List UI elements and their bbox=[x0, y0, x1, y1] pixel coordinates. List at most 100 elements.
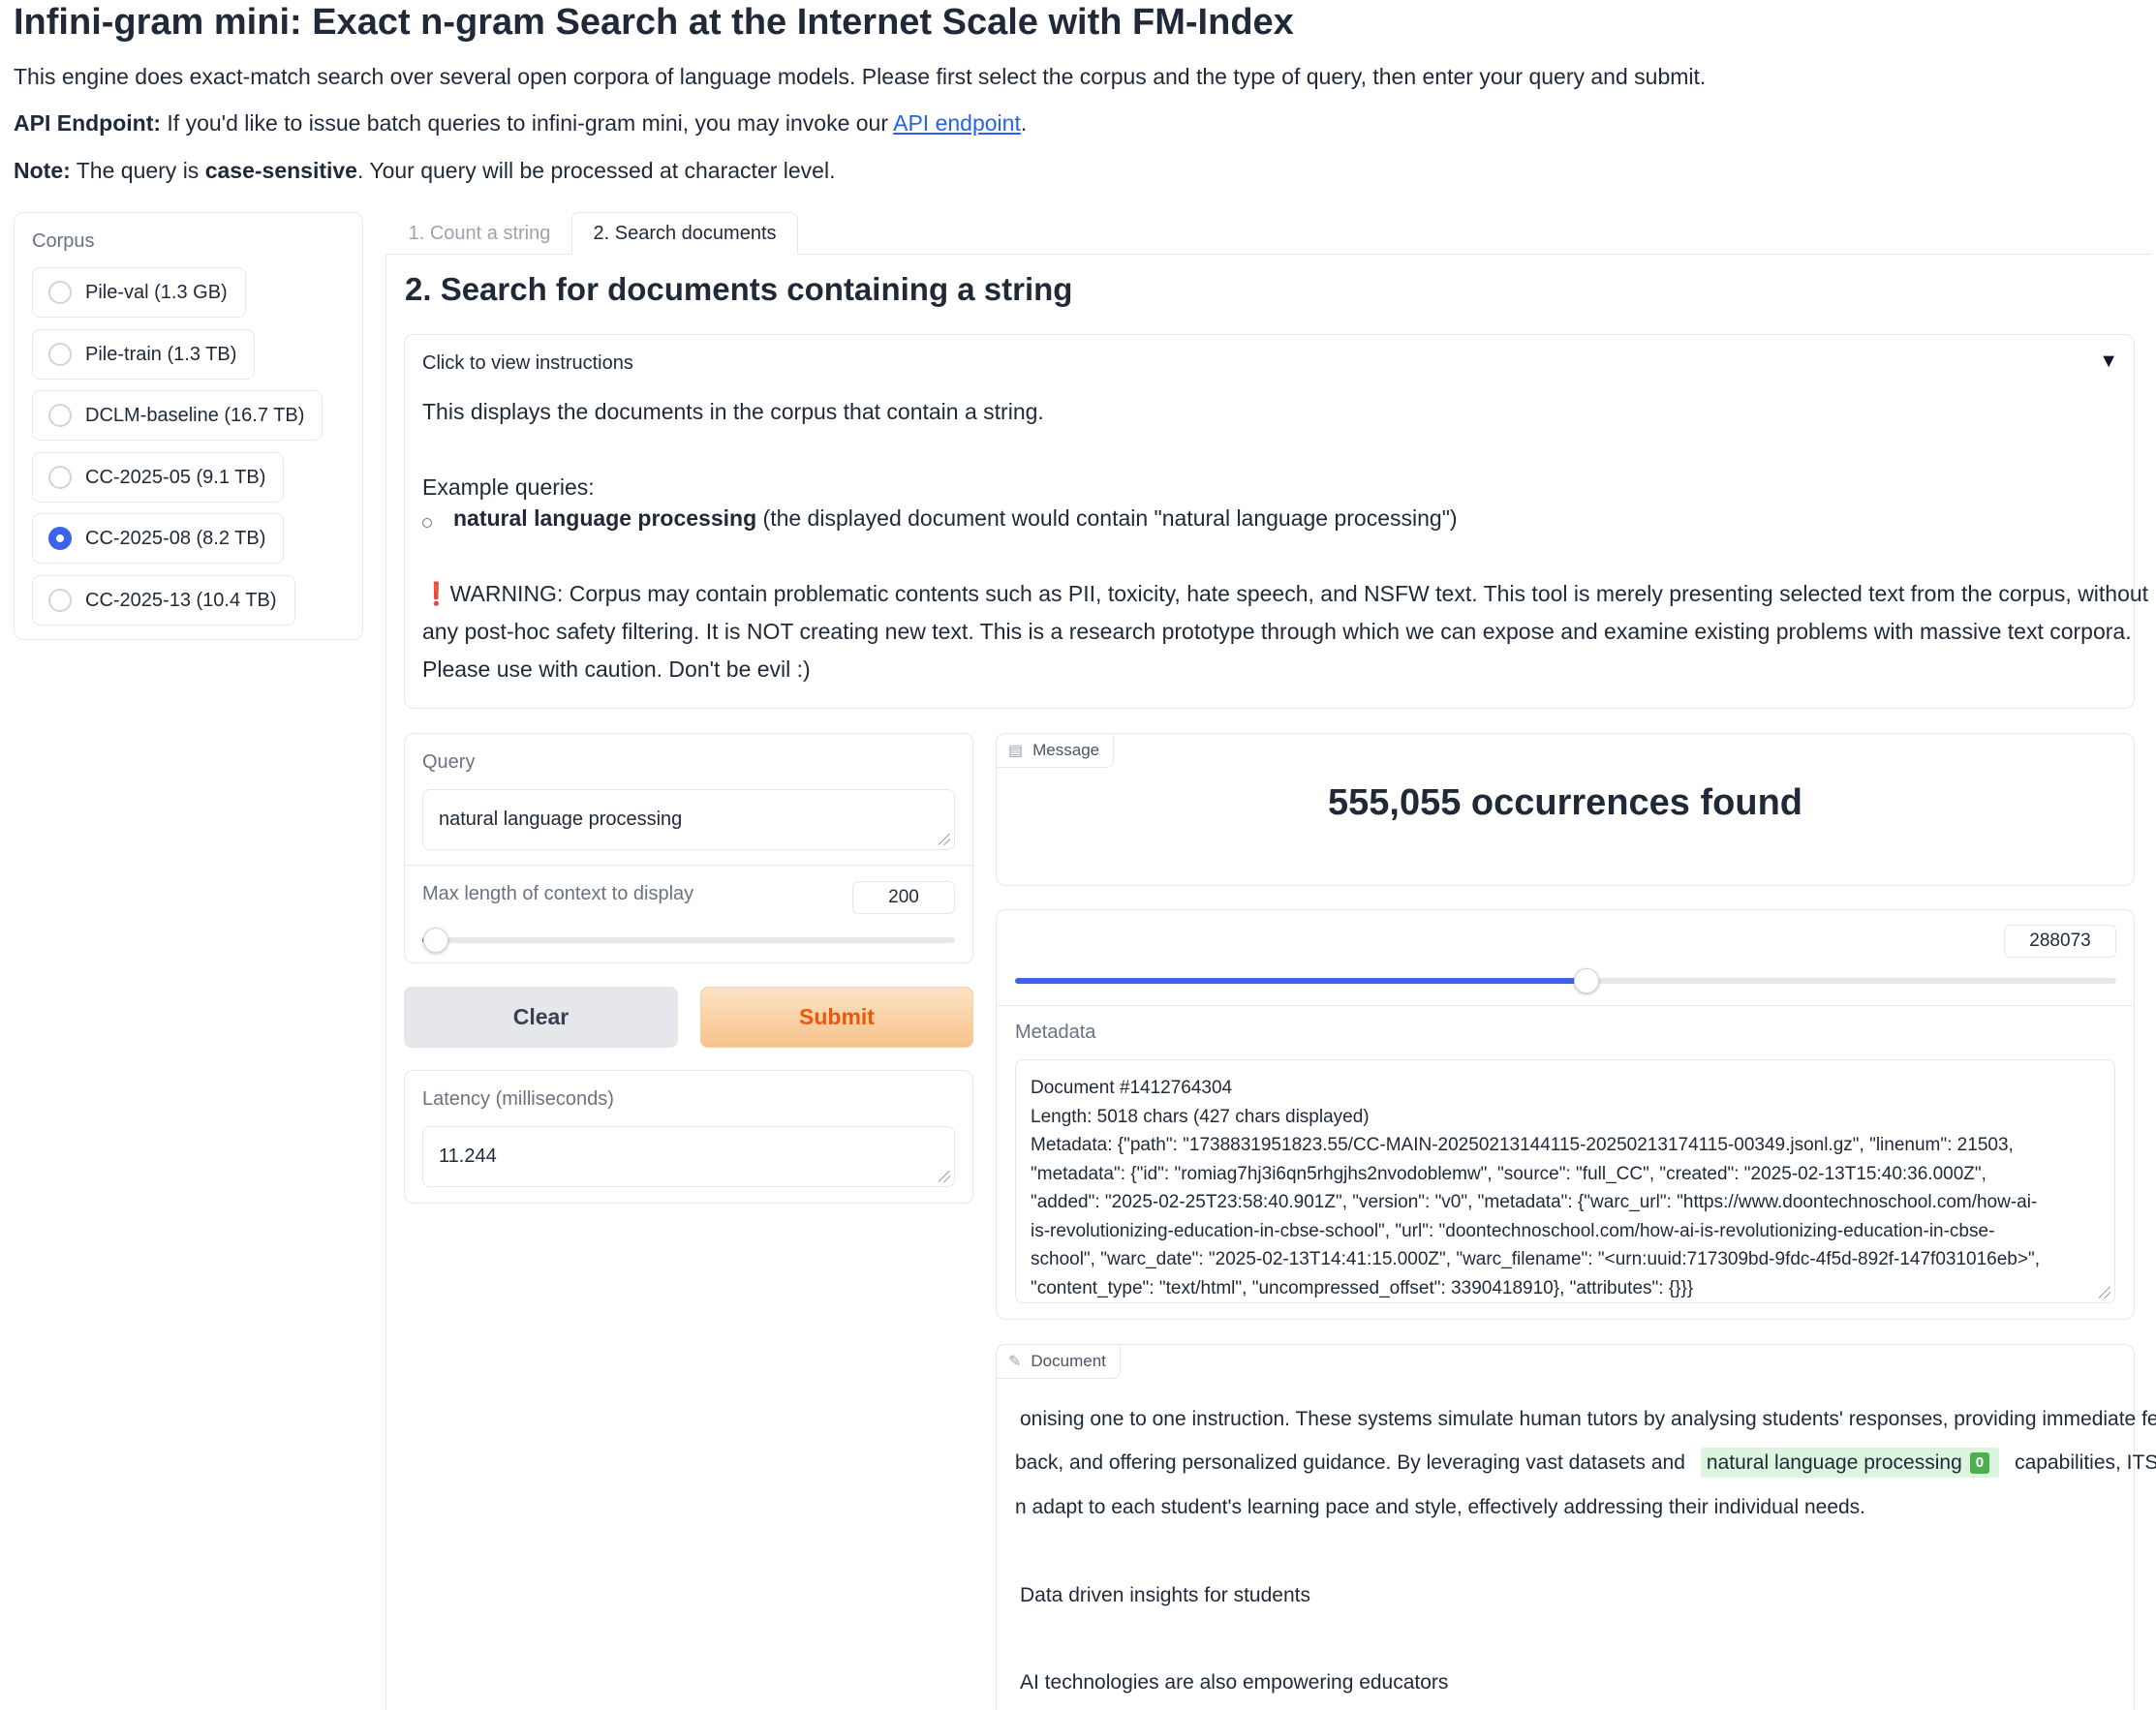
resize-handle-icon[interactable] bbox=[2099, 1287, 2110, 1298]
metadata-line: "metadata": {"id": "romiag7hj3i6qn5rhgjh… bbox=[1031, 1163, 1987, 1184]
document-text-line: AI technologies are also empowering educ… bbox=[1020, 1671, 1449, 1694]
document-text: capabilities, ITS ca bbox=[2015, 1451, 2156, 1474]
document-text-line-highlight: back, and offering personalized guidance… bbox=[1015, 1448, 2156, 1478]
highlighted-match-text: natural language processing bbox=[1706, 1451, 1962, 1474]
instructions-accordion: Click to view instructions ▼ This displa… bbox=[404, 334, 2148, 709]
note-text-1: The query is bbox=[70, 158, 205, 183]
metadata-line: Document #1412764304 bbox=[1031, 1078, 1233, 1098]
slider-fill bbox=[1015, 978, 1587, 984]
metadata-line: is-revolutionizing-education-in-cbse-sch… bbox=[1031, 1220, 1995, 1241]
metadata-line: "content_type": "text/html", "uncompress… bbox=[1031, 1277, 1694, 1298]
corpus-option-pile-train[interactable]: Pile-train (1.3 TB) bbox=[32, 329, 256, 380]
latency-output[interactable]: 11.244 bbox=[422, 1126, 955, 1187]
document-tag: ✎ Document bbox=[996, 1344, 1121, 1379]
corpus-option-label: CC-2025-08 (8.2 TB) bbox=[85, 527, 266, 549]
example-query-text: natural language processing bbox=[453, 505, 757, 531]
document-text-line: onising one to one instruction. These sy… bbox=[1020, 1408, 2156, 1430]
radio-circle[interactable] bbox=[48, 466, 72, 489]
metadata-block: 288073 Metadata Document #1412764304 Len… bbox=[996, 909, 2135, 1320]
corpus-option-label: CC-2025-13 (10.4 TB) bbox=[85, 589, 277, 611]
document-index-slider[interactable] bbox=[1015, 968, 2116, 993]
latency-value: 11.244 bbox=[439, 1145, 497, 1167]
chart-icon: ▤ bbox=[1008, 743, 1024, 759]
metadata-line: "added": "2025-02-25T23:58:40.901Z", "ve… bbox=[1031, 1192, 2038, 1212]
query-input[interactable]: natural language processing bbox=[422, 789, 955, 850]
api-endpoint-link[interactable]: API endpoint bbox=[893, 110, 1021, 136]
document-text-line: Data driven insights for students bbox=[1020, 1584, 1310, 1606]
page-title: Infini-gram mini: Exact n-gram Search at… bbox=[14, 2, 1294, 43]
corpus-option-dclm-baseline[interactable]: DCLM-baseline (16.7 TB) bbox=[32, 390, 323, 441]
query-block: Query natural language processing Max le… bbox=[404, 733, 973, 963]
message-tag: ▤ Message bbox=[996, 733, 1115, 768]
api-endpoint-end: . bbox=[1020, 110, 1028, 136]
corpus-option-label: DCLM-baseline (16.7 TB) bbox=[85, 404, 305, 426]
slider-thumb[interactable] bbox=[423, 928, 449, 953]
clear-button[interactable]: Clear bbox=[404, 987, 678, 1048]
max-length-number-input[interactable]: 200 bbox=[852, 881, 955, 914]
resize-handle-icon[interactable] bbox=[939, 1171, 950, 1182]
document-text-line: n adapt to each student's learning pace … bbox=[1015, 1496, 1866, 1518]
warning-text-1: WARNING: Corpus may contain problematic … bbox=[449, 581, 2149, 606]
tab-search-documents[interactable]: 2. Search documents bbox=[571, 212, 798, 255]
radio-circle[interactable] bbox=[48, 589, 72, 612]
corpus-label: Corpus bbox=[32, 230, 95, 252]
tab-count-string[interactable]: 1. Count a string bbox=[387, 212, 571, 255]
message-tag-label: Message bbox=[1032, 741, 1100, 759]
slider-thumb[interactable] bbox=[1574, 968, 1600, 993]
corpus-option-cc-2025-13[interactable]: CC-2025-13 (10.4 TB) bbox=[32, 575, 295, 626]
match-badge: 0 bbox=[1969, 1452, 1990, 1475]
corpus-option-cc-2025-08[interactable]: CC-2025-08 (8.2 TB) bbox=[32, 513, 285, 564]
intro-text: This engine does exact-match search over… bbox=[14, 64, 1707, 89]
max-length-slider[interactable] bbox=[422, 928, 955, 953]
note-text-2: . Your query will be processed at charac… bbox=[356, 158, 836, 183]
example-query: natural language processing (the display… bbox=[453, 500, 1458, 537]
corpus-option-pile-val[interactable]: Pile-val (1.3 GB) bbox=[32, 267, 246, 318]
metadata-line: Length: 5018 chars (427 chars displayed) bbox=[1031, 1106, 1370, 1127]
divider bbox=[997, 1005, 2134, 1006]
warning-text-2: any post-hoc safety filtering. It is NOT… bbox=[422, 619, 2132, 644]
note-label: Note: bbox=[14, 158, 71, 183]
collapse-arrow-icon[interactable]: ▼ bbox=[2099, 351, 2118, 373]
instructions-description: This displays the documents in the corpu… bbox=[422, 399, 1044, 424]
corpus-option-label: CC-2025-05 (9.1 TB) bbox=[85, 466, 266, 488]
warning-icon: ❗ bbox=[422, 581, 450, 606]
divider bbox=[405, 865, 972, 866]
metadata-line: school", "warc_date": "2025-02-13T14:41:… bbox=[1031, 1249, 2040, 1269]
corpus-option-label: Pile-val (1.3 GB) bbox=[85, 281, 228, 303]
instructions-toggle[interactable]: Click to view instructions bbox=[422, 352, 633, 375]
note-line: Note: The query is case-sensitive. Your … bbox=[14, 156, 835, 185]
example-query-note: (the displayed document would contain "n… bbox=[756, 505, 1458, 531]
message-block: ▤ Message 555,055 occurrences found bbox=[996, 733, 2135, 886]
radio-circle[interactable] bbox=[48, 404, 72, 427]
radio-circle[interactable] bbox=[48, 281, 72, 304]
document-tag-label: Document bbox=[1031, 1352, 1106, 1370]
radio-circle[interactable] bbox=[48, 343, 72, 366]
query-label: Query bbox=[422, 751, 476, 773]
api-endpoint-line: API Endpoint: If you'd like to issue bat… bbox=[14, 108, 1027, 137]
metadata-line: Metadata: {"path": "1738831951823.55/CC-… bbox=[1031, 1135, 2014, 1155]
submit-button[interactable]: Submit bbox=[700, 987, 973, 1048]
highlighted-match: natural language processing 0 bbox=[1700, 1448, 2000, 1478]
radio-circle-checked[interactable] bbox=[48, 527, 72, 550]
api-endpoint-label: API Endpoint: bbox=[14, 110, 162, 136]
section-title: 2. Search for documents containing a str… bbox=[405, 271, 1073, 307]
occurrence-count: 555,055 occurrences found bbox=[1328, 782, 1802, 823]
warning-text-3: Please use with caution. Don't be evil :… bbox=[422, 657, 811, 682]
document-index-number-input[interactable]: 288073 bbox=[2004, 925, 2116, 958]
max-length-label: Max length of context to display bbox=[422, 883, 694, 904]
latency-label: Latency (milliseconds) bbox=[422, 1088, 614, 1110]
warning-line-1: ❗WARNING: Corpus may contain problematic… bbox=[422, 575, 2148, 613]
resize-handle-icon[interactable] bbox=[939, 834, 950, 845]
note-case-sensitive: case-sensitive bbox=[204, 158, 357, 183]
query-input-value: natural language processing bbox=[439, 809, 683, 830]
bullet-icon bbox=[422, 518, 432, 528]
document-text: back, and offering personalized guidance… bbox=[1015, 1451, 1685, 1474]
api-endpoint-text: If you'd like to issue batch queries to … bbox=[161, 110, 894, 136]
metadata-label: Metadata bbox=[1015, 1022, 1096, 1043]
latency-block: Latency (milliseconds) 11.244 bbox=[404, 1070, 973, 1204]
document-block: ✎ Document onising one to one instruction… bbox=[996, 1344, 2156, 1710]
highlight-icon: ✎ bbox=[1008, 1354, 1022, 1370]
metadata-textarea[interactable]: Document #1412764304 Length: 5018 chars … bbox=[1015, 1059, 2115, 1303]
corpus-option-cc-2025-05[interactable]: CC-2025-05 (9.1 TB) bbox=[32, 452, 285, 503]
corpus-option-label: Pile-train (1.3 TB) bbox=[85, 343, 237, 365]
